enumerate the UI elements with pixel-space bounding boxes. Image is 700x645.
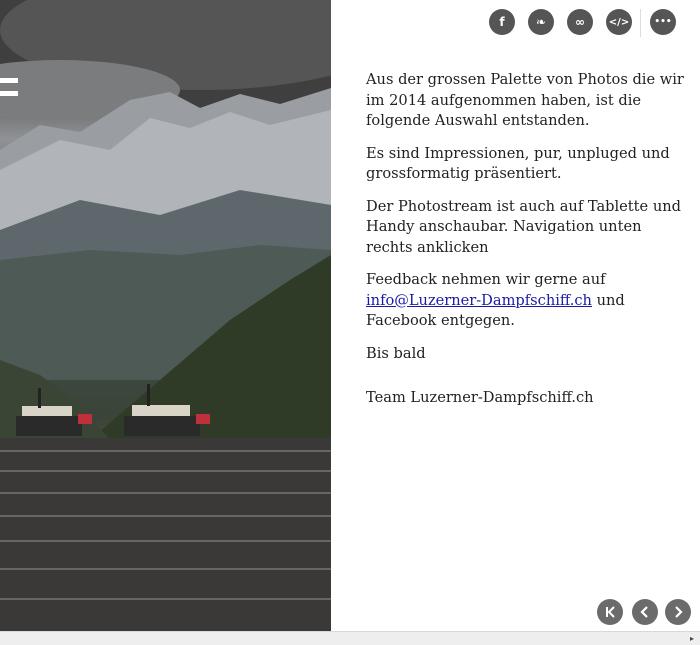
email-link[interactable]: info@Luzerner-Dampfschiff.ch — [366, 292, 592, 309]
facebook-icon[interactable]: f — [489, 9, 515, 35]
feedback-text: Feedback nehmen wir gerne auf — [366, 271, 606, 288]
lake-photo — [0, 0, 331, 631]
signature: Team Luzerner-Dampfschiff.ch — [366, 389, 594, 406]
next-icon[interactable] — [665, 599, 691, 625]
embed-icon[interactable]: </> — [606, 9, 632, 35]
paragraph-impressions: Es sind Impressionen, pur, unpluged und … — [366, 144, 670, 183]
scroll-right-icon[interactable]: ▸ — [690, 634, 694, 643]
intro-text: Aus der grossen Palette von Photos die w… — [366, 70, 688, 421]
more-icon[interactable]: ••• — [650, 9, 676, 35]
paragraph-photostream: Der Photostream ist auch auf Tablette un… — [366, 197, 681, 256]
paragraph-greeting: Bis bald — [366, 344, 426, 362]
first-page-icon[interactable] — [597, 599, 623, 625]
menu-icon[interactable] — [0, 78, 18, 104]
horizontal-scrollbar[interactable]: ▸ — [0, 631, 700, 645]
paragraph-intro: Aus der grossen Palette von Photos die w… — [366, 71, 684, 129]
lake-scene — [0, 0, 331, 631]
paragraph-feedback: Feedback nehmen wir gerne auf info@Luzer… — [366, 270, 688, 332]
twitter-icon[interactable]: ❧ — [528, 9, 554, 35]
link-icon[interactable]: ∞ — [567, 9, 593, 35]
previous-icon[interactable] — [632, 599, 658, 625]
toolbar-divider — [640, 9, 641, 37]
